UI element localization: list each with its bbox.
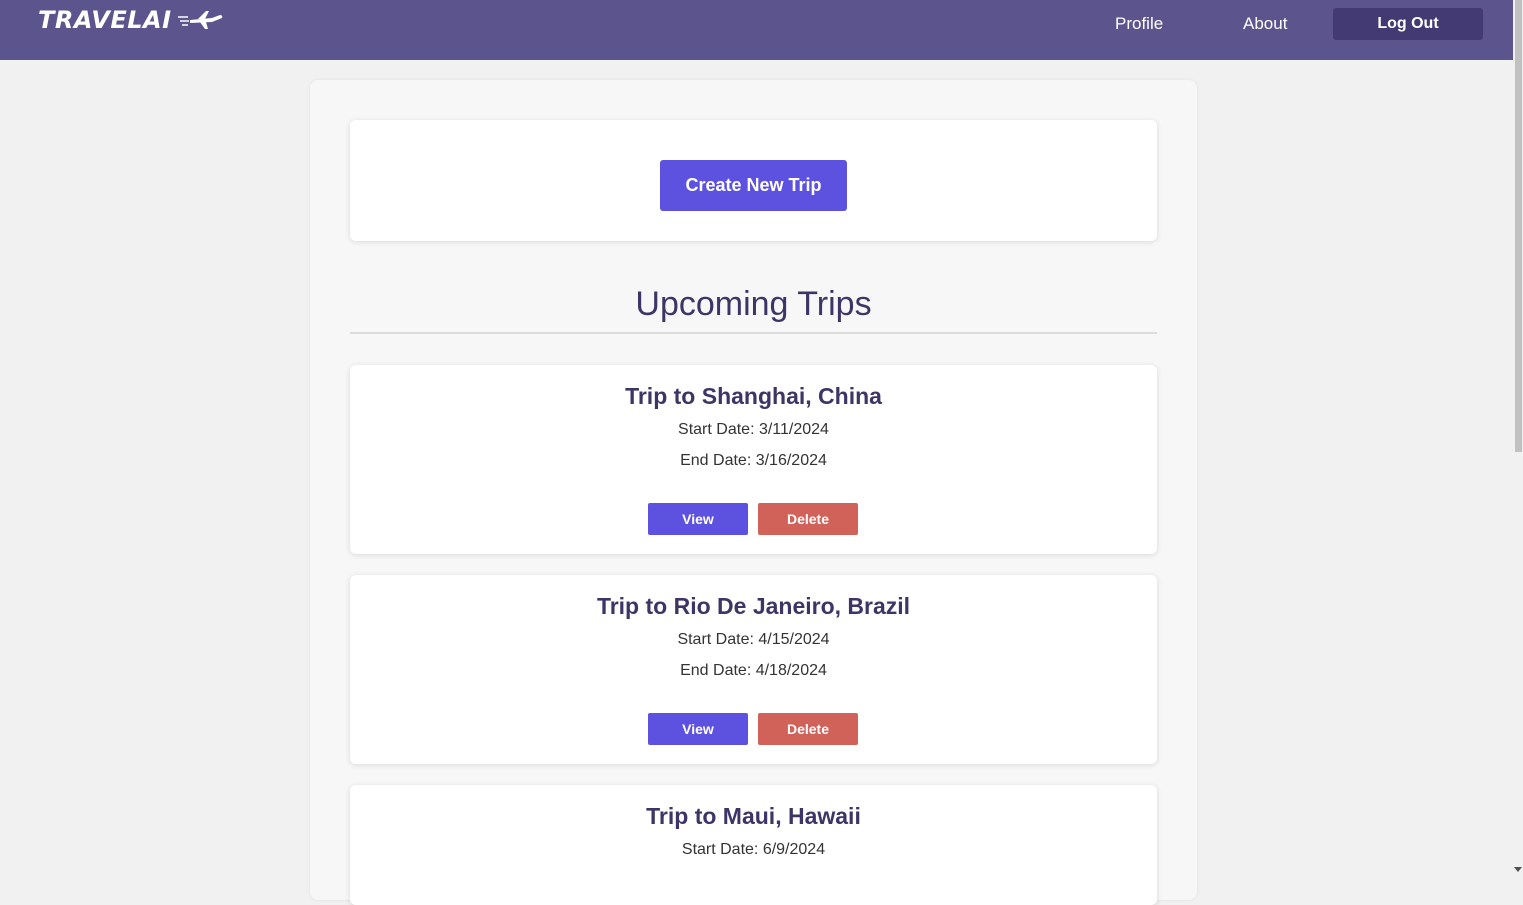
trip-end-date: End Date: 3/16/2024 [680,452,827,469]
trip-start-date: Start Date: 6/9/2024 [681,841,826,858]
top-navbar: TRAVELAI Profile About Log Out [0,0,1513,60]
trip-title: Trip to Rio De Janeiro, Brazil [596,593,911,619]
create-new-trip-button[interactable]: Create New Trip [660,160,847,211]
trips-panel: Create New Trip Upcoming Trips Trip to S… [310,80,1197,905]
nav-about-link[interactable]: About [1243,14,1287,34]
section-divider [350,332,1157,334]
view-trip-button[interactable]: View [648,713,748,745]
scroll-down-arrow-icon[interactable] [1514,867,1522,872]
trip-end-date: End Date: 4/18/2024 [680,662,827,679]
nav-profile-link[interactable]: Profile [1115,14,1163,34]
page-scrollbar[interactable] [1513,0,1523,874]
create-trip-card: Create New Trip [350,120,1157,241]
logo-text: TRAVELAI [38,6,172,34]
upcoming-trips-heading: Upcoming Trips [635,285,872,323]
scrollbar-thumb[interactable] [1515,0,1522,452]
trip-title: Trip to Shanghai, China [625,383,882,409]
trip-card: Trip to Shanghai, China Start Date: 3/11… [350,365,1157,554]
logout-button[interactable]: Log Out [1333,8,1483,40]
trip-start-date: Start Date: 3/11/2024 [678,421,829,438]
delete-trip-button[interactable]: Delete [758,503,858,535]
trip-card: Trip to Rio De Janeiro, Brazil Start Dat… [350,575,1157,764]
trip-start-date: Start Date: 4/15/2024 [677,631,830,648]
trip-title: Trip to Maui, Hawaii [646,803,861,829]
view-trip-button[interactable]: View [648,503,748,535]
airplane-icon [177,11,222,29]
delete-trip-button[interactable]: Delete [758,713,858,745]
travelai-logo[interactable]: TRAVELAI [38,6,224,34]
trip-card: Trip to Maui, Hawaii Start Date: 6/9/202… [350,785,1157,905]
